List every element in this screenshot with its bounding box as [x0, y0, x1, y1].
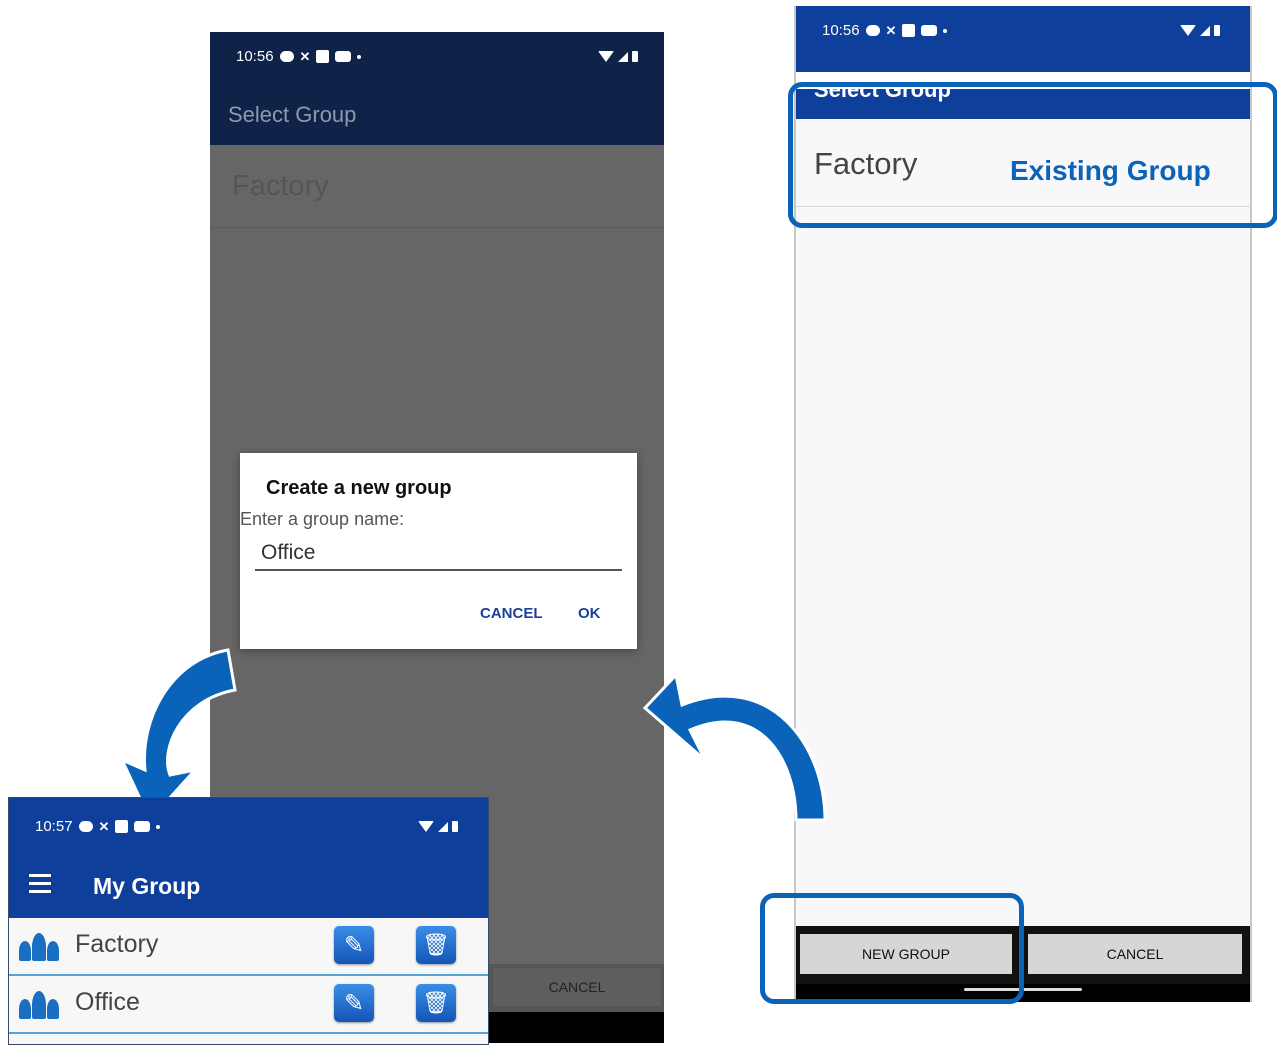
group-row[interactable]: Office ✎ 🗑	[9, 976, 488, 1034]
shrink-icon: ✕	[98, 818, 110, 834]
notification-icons: ✕	[78, 818, 161, 835]
signal-icon	[438, 821, 448, 832]
edit-icon[interactable]: ✎	[334, 984, 374, 1022]
status-bar: 10:57 ✕	[35, 818, 458, 835]
edit-icon[interactable]: ✎	[334, 926, 374, 964]
video-icon	[134, 821, 151, 832]
group-name: Factory	[75, 930, 159, 958]
square-icon	[115, 820, 129, 833]
dot-icon	[156, 824, 161, 829]
page-title: My Group	[93, 873, 201, 899]
battery-icon	[452, 821, 458, 832]
group-icon	[19, 931, 59, 961]
status-time: 10:57	[35, 818, 73, 835]
curved-arrow-left	[118, 648, 237, 823]
wifi-icon	[418, 821, 434, 832]
my-group-screen: 10:57 ✕ My Group Factory ✎ 🗑 Office ✎ 🗑	[8, 797, 489, 1045]
group-row[interactable]: Factory ✎ 🗑	[9, 918, 488, 976]
group-name: Office	[75, 988, 140, 1016]
group-icon	[19, 989, 59, 1019]
title-bar: My Group	[9, 856, 488, 918]
hamburger-menu-icon[interactable]	[29, 874, 51, 898]
curved-arrow-right	[642, 671, 827, 822]
trash-icon[interactable]: 🗑	[416, 984, 456, 1022]
app-header: 10:57 ✕	[9, 798, 488, 856]
chat-icon	[78, 821, 93, 832]
trash-icon[interactable]: 🗑	[416, 926, 456, 964]
